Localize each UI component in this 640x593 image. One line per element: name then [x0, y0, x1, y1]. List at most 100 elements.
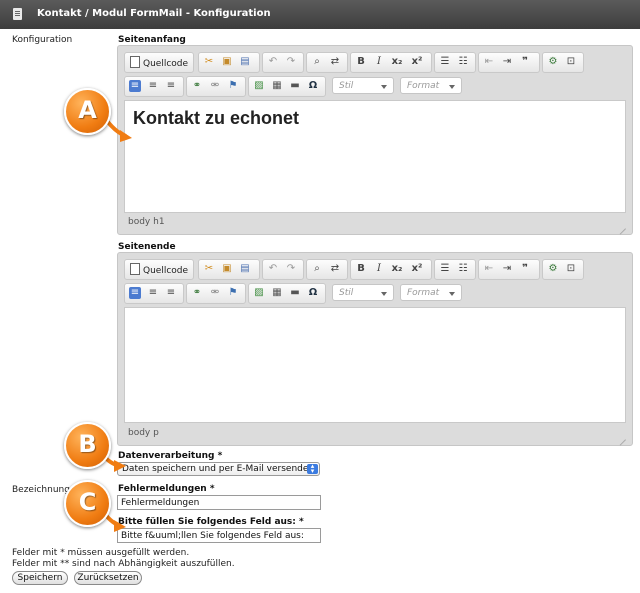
source-icon: [130, 263, 140, 275]
bulleted-list-icon[interactable]: ☷: [457, 56, 469, 68]
callout-b-badge: B: [64, 422, 111, 469]
seitenende-label: Seitenende: [118, 242, 176, 252]
bold-icon[interactable]: B: [355, 56, 367, 68]
hr-icon[interactable]: ▬: [289, 80, 301, 92]
outdent-icon[interactable]: ⇤: [483, 263, 495, 275]
callout-c-badge: C: [64, 480, 111, 527]
content-heading[interactable]: Kontakt zu echonet: [133, 108, 299, 129]
datenverarbeitung-select[interactable]: Daten speichern und per E-Mail versenden…: [117, 462, 320, 476]
maximize-icon[interactable]: ⊡: [565, 56, 577, 68]
bitte-fuellen-label: Bitte füllen Sie folgendes Feld aus: *: [118, 517, 304, 527]
bezeichnung-label: Bezeichnung: [12, 485, 70, 495]
outdent-icon[interactable]: ⇤: [483, 56, 495, 68]
link-icon[interactable]: ⚭: [191, 287, 203, 299]
maximize-icon[interactable]: ⊡: [565, 263, 577, 275]
select-stepper-icon: ▴ ▾: [307, 463, 318, 475]
replace-icon[interactable]: ⇄: [329, 56, 341, 68]
source-button[interactable]: Quellcode: [130, 263, 188, 276]
bold-icon[interactable]: B: [355, 263, 367, 275]
editor-seitenende[interactable]: Quellcode ✂ ▣ ▤ ↶ ↷ ⌕ ⇄ B I x₂ x² ☰ ☷ ⇤ …: [117, 252, 633, 446]
resize-handle[interactable]: [618, 221, 626, 229]
fehlermeldungen-input[interactable]: [117, 495, 321, 510]
plugin-icon[interactable]: ⚙: [547, 56, 559, 68]
cut-icon[interactable]: ✂: [203, 263, 215, 275]
find-icon[interactable]: ⌕: [311, 263, 323, 275]
hr-icon[interactable]: ▬: [289, 287, 301, 299]
paste-icon[interactable]: ▤: [239, 263, 251, 275]
superscript-icon[interactable]: x²: [411, 56, 423, 68]
plugin-icon[interactable]: ⚙: [547, 263, 559, 275]
anchor-icon[interactable]: ⚑: [227, 287, 239, 299]
blockquote-icon[interactable]: ❞: [519, 56, 531, 68]
table-icon[interactable]: ▦: [271, 287, 283, 299]
unlink-icon[interactable]: ⚮: [209, 287, 221, 299]
table-icon[interactable]: ▦: [271, 80, 283, 92]
redo-icon[interactable]: ↷: [285, 263, 297, 275]
source-button[interactable]: Quellcode: [130, 56, 188, 69]
required-note: Felder mit * müssen ausgefüllt werden.: [12, 548, 190, 558]
blockquote-icon[interactable]: ❞: [519, 263, 531, 275]
fehlermeldungen-label: Fehlermeldungen *: [118, 484, 215, 494]
editor-content-area[interactable]: Kontakt zu echonet: [124, 100, 626, 213]
special-char-icon[interactable]: Ω: [307, 287, 319, 299]
source-button-label: Quellcode: [143, 266, 189, 276]
numbered-list-icon[interactable]: ☰: [439, 263, 451, 275]
align-center-icon[interactable]: ≡: [147, 287, 159, 299]
chevron-down-icon: [381, 85, 387, 89]
format-combo[interactable]: Format: [400, 284, 462, 301]
bulleted-list-icon[interactable]: ☷: [457, 263, 469, 275]
style-combo-label: Stil: [339, 81, 354, 91]
resize-handle[interactable]: [618, 432, 626, 440]
copy-icon[interactable]: ▣: [221, 263, 233, 275]
style-combo[interactable]: Stil: [332, 77, 394, 94]
title-bar: Kontakt / Modul FormMail - Konfiguration: [0, 0, 640, 29]
element-path[interactable]: body p: [128, 428, 159, 438]
cut-icon[interactable]: ✂: [203, 56, 215, 68]
image-icon[interactable]: ▨: [253, 287, 265, 299]
copy-icon[interactable]: ▣: [221, 56, 233, 68]
bitte-fuellen-input[interactable]: [117, 528, 321, 543]
undo-icon[interactable]: ↶: [267, 263, 279, 275]
editor-seitenanfang[interactable]: Quellcode ✂ ▣ ▤ ↶ ↷ ⌕ ⇄ B I x₂ x² ☰ ☷ ⇤ …: [117, 45, 633, 235]
format-combo[interactable]: Format: [400, 77, 462, 94]
paste-icon[interactable]: ▤: [239, 56, 251, 68]
anchor-icon[interactable]: ⚑: [227, 80, 239, 92]
align-left-icon[interactable]: ≡: [129, 80, 141, 92]
special-char-icon[interactable]: Ω: [307, 80, 319, 92]
find-icon[interactable]: ⌕: [311, 56, 323, 68]
italic-icon[interactable]: I: [373, 56, 385, 68]
source-icon: [130, 56, 140, 68]
konfiguration-label: Konfiguration: [12, 35, 73, 45]
align-center-icon[interactable]: ≡: [147, 80, 159, 92]
link-icon[interactable]: ⚭: [191, 80, 203, 92]
superscript-icon[interactable]: x²: [411, 263, 423, 275]
align-right-icon[interactable]: ≡: [165, 287, 177, 299]
chevron-down-icon: [449, 85, 455, 89]
callout-a-badge: A: [64, 88, 111, 135]
align-right-icon[interactable]: ≡: [165, 80, 177, 92]
numbered-list-icon[interactable]: ☰: [439, 56, 451, 68]
subscript-icon[interactable]: x₂: [391, 56, 403, 68]
unlink-icon[interactable]: ⚮: [209, 80, 221, 92]
replace-icon[interactable]: ⇄: [329, 263, 341, 275]
italic-icon[interactable]: I: [373, 263, 385, 275]
image-icon[interactable]: ▨: [253, 80, 265, 92]
chevron-down-icon: [449, 292, 455, 296]
datenverarbeitung-selected: Daten speichern und per E-Mail versenden: [122, 464, 315, 474]
subscript-icon[interactable]: x₂: [391, 263, 403, 275]
conditional-note: Felder mit ** sind nach Abhängigkeit aus…: [12, 559, 235, 569]
format-combo-label: Format: [407, 288, 440, 298]
undo-icon[interactable]: ↶: [267, 56, 279, 68]
reset-button[interactable]: Zurücksetzen: [74, 571, 142, 585]
seitenanfang-label: Seitenanfang: [118, 35, 186, 45]
indent-icon[interactable]: ⇥: [501, 263, 513, 275]
element-path[interactable]: body h1: [128, 217, 165, 227]
editor-content-area[interactable]: [124, 307, 626, 423]
format-combo-label: Format: [407, 81, 440, 91]
style-combo-label: Stil: [339, 288, 354, 298]
style-combo[interactable]: Stil: [332, 284, 394, 301]
align-left-icon[interactable]: ≡: [129, 287, 141, 299]
save-button[interactable]: Speichern: [12, 571, 68, 585]
indent-icon[interactable]: ⇥: [501, 56, 513, 68]
redo-icon[interactable]: ↷: [285, 56, 297, 68]
